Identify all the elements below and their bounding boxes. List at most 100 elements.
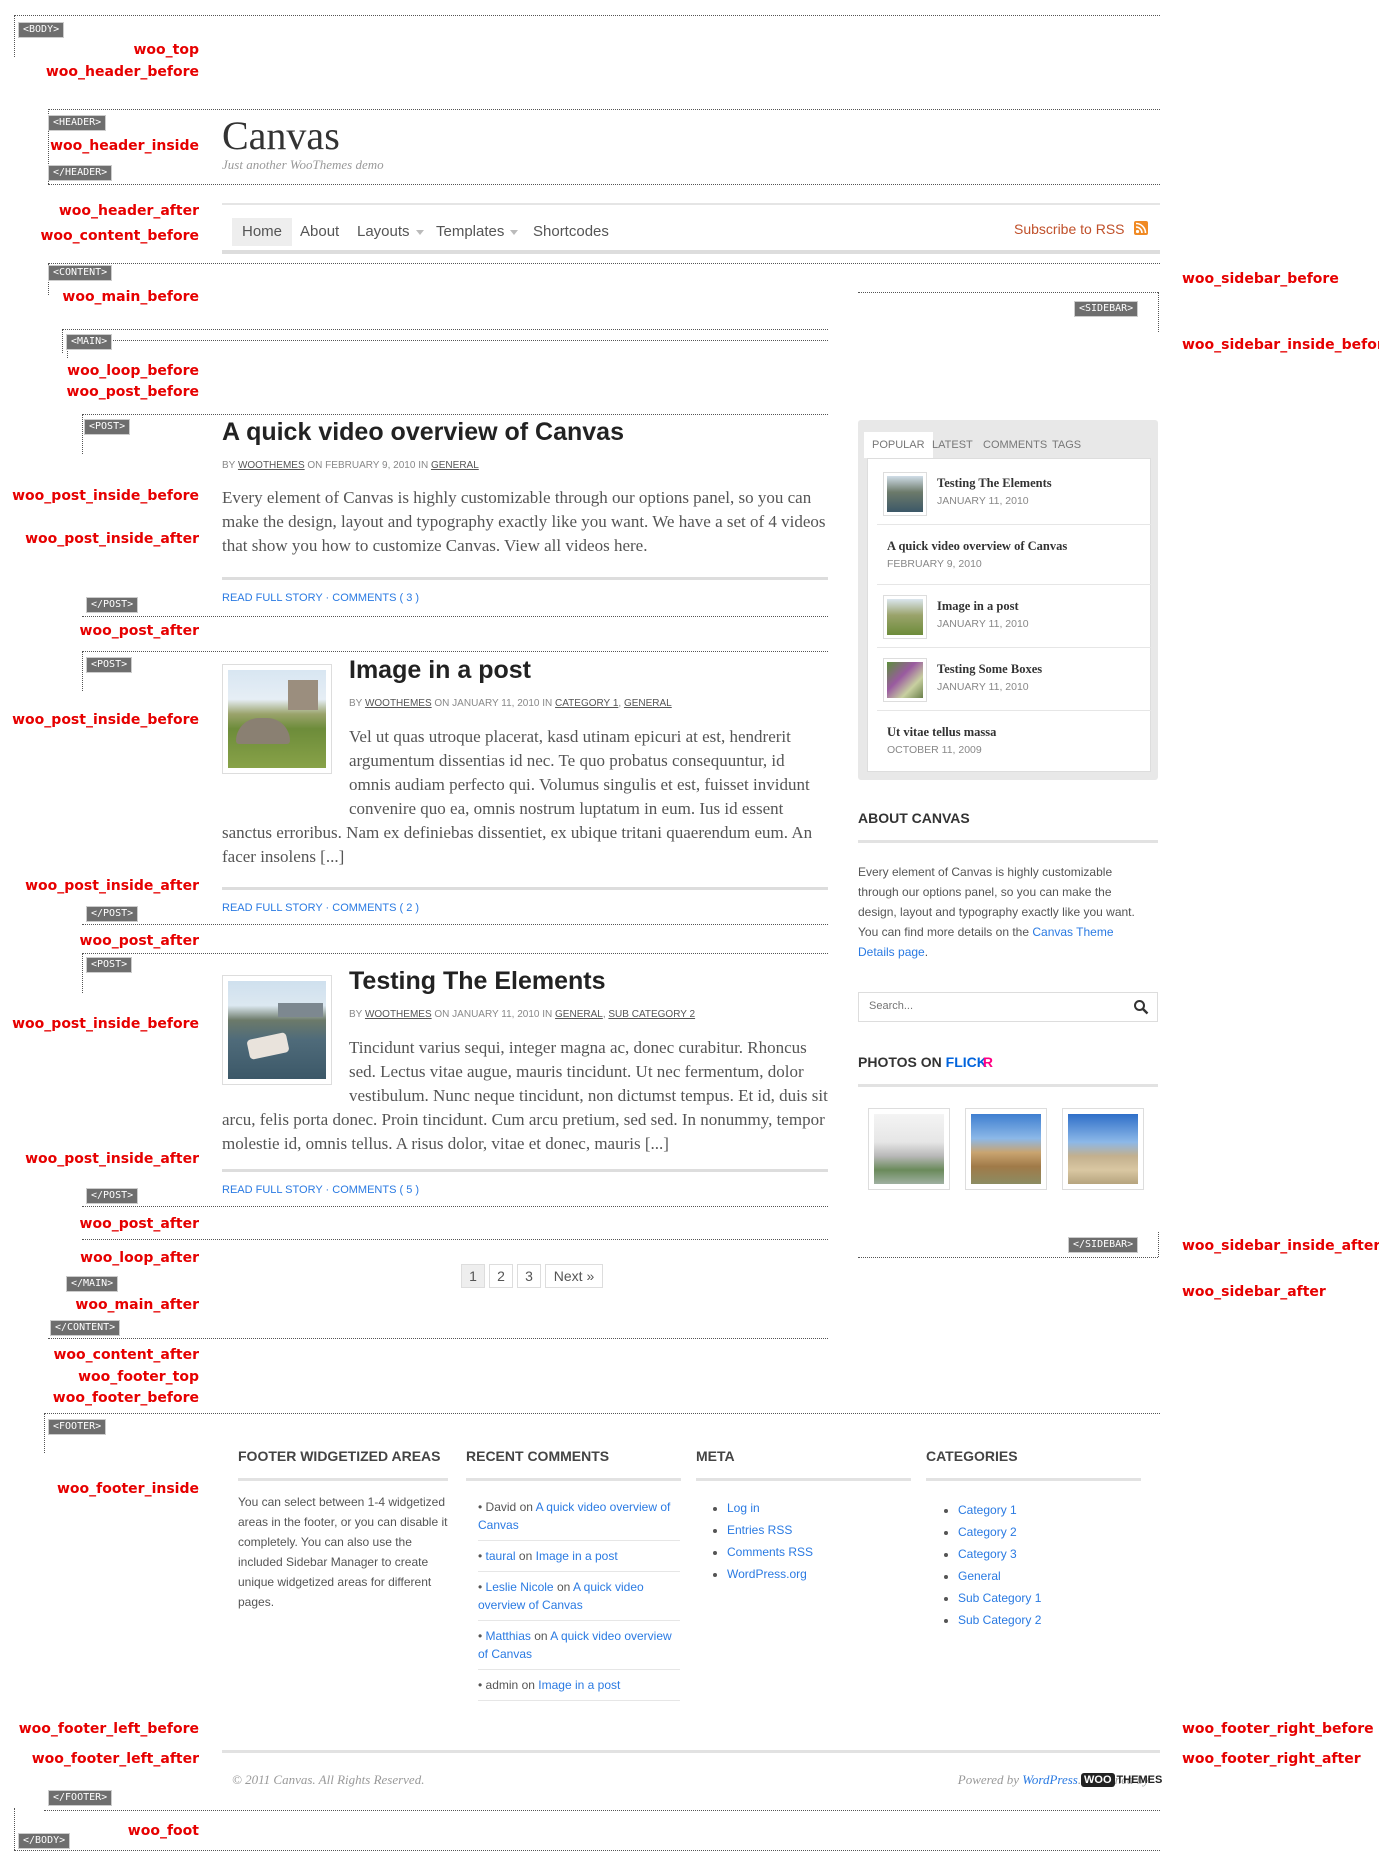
category-link[interactable]: Category 1 <box>958 1503 1017 1517</box>
post-meta: by WOOTHEMES on JANUARY 11, 2010 in CATE… <box>349 698 672 709</box>
comments-link[interactable]: COMMENTS ( 5 ) <box>332 1184 419 1196</box>
page-2-button[interactable]: 2 <box>489 1264 513 1288</box>
post-category-link[interactable]: CATEGORY 1 <box>555 698 618 709</box>
tab-tags[interactable]: TAGS <box>1044 432 1089 458</box>
comment-post-link[interactable]: Image in a post <box>536 1549 618 1563</box>
page-3-button[interactable]: 3 <box>517 1264 541 1288</box>
sidebar-close-tag: </SIDEBAR> <box>1068 1237 1139 1253</box>
log-in-link[interactable]: Log in <box>727 1501 760 1515</box>
post-links: READ FULL STORY · COMMENTS ( 3 ) <box>222 592 420 604</box>
post-title[interactable]: A quick video overview of Canvas <box>222 418 624 447</box>
post-links: READ FULL STORY · COMMENTS ( 5 ) <box>222 1184 420 1196</box>
popular-item[interactable]: A quick video overview of Canvas FEBRUAR… <box>877 525 1151 585</box>
flickr-photo[interactable] <box>868 1108 950 1190</box>
comment-author-link[interactable]: Leslie Nicole <box>486 1580 554 1594</box>
post-close-tag: </POST> <box>86 906 139 922</box>
popular-title[interactable]: Ut vitae tellus massa <box>887 725 996 740</box>
post-category-link[interactable]: SUB CATEGORY 2 <box>608 1009 695 1020</box>
wordpress-org-link[interactable]: WordPress.org <box>727 1567 807 1581</box>
tab-latest[interactable]: LATEST <box>924 432 981 458</box>
footer-guide-left <box>44 1413 45 1453</box>
category-link[interactable]: Category 3 <box>958 1547 1017 1561</box>
chevron-down-icon <box>415 229 424 235</box>
popular-item[interactable]: Testing Some Boxes JANUARY 11, 2010 <box>877 648 1151 711</box>
meta-by: by <box>349 698 363 709</box>
nav-layouts[interactable]: Layouts <box>347 218 434 246</box>
flickr-photo[interactable] <box>1062 1108 1144 1190</box>
post-author-link[interactable]: WOOTHEMES <box>365 1009 432 1020</box>
footer-close-tag: </FOOTER> <box>48 1790 113 1806</box>
comment-author-link[interactable]: Matthias <box>486 1629 531 1643</box>
sidebar-guide-bottom-right <box>1158 1232 1159 1257</box>
comment-author-link[interactable]: taural <box>486 1549 516 1563</box>
nav-bottom-rule <box>222 250 1160 254</box>
flickr-photo[interactable] <box>965 1108 1047 1190</box>
nav-about[interactable]: About <box>290 218 349 246</box>
popular-item[interactable]: Image in a post JANUARY 11, 2010 <box>877 585 1151 648</box>
hook-woo-foot: woo_foot <box>127 1823 199 1839</box>
category-link[interactable]: General <box>958 1569 1001 1583</box>
popular-title[interactable]: Testing The Elements <box>937 476 1052 491</box>
post-meta: by WOOTHEMES on JANUARY 11, 2010 in GENE… <box>349 1009 696 1020</box>
woothemes-logo[interactable]: WOO THEMES <box>1081 1771 1162 1789</box>
read-full-story-link[interactable]: READ FULL STORY <box>222 902 322 914</box>
post-open-tag: <POST> <box>86 657 133 673</box>
about-end: . <box>924 945 929 959</box>
post-category-link[interactable]: GENERAL <box>431 460 479 471</box>
comments-link[interactable]: COMMENTS ( 2 ) <box>332 902 419 914</box>
comments-link[interactable]: COMMENTS ( 3 ) <box>332 592 419 604</box>
category-link[interactable]: Sub Category 2 <box>958 1613 1041 1627</box>
wordpress-link[interactable]: WordPress <box>1022 1772 1078 1787</box>
site-title[interactable]: Canvas <box>222 112 340 159</box>
popular-title[interactable]: A quick video overview of Canvas <box>887 539 1067 554</box>
popular-item[interactable]: Testing The Elements JANUARY 11, 2010 <box>877 462 1151 525</box>
next-page-button[interactable]: Next » <box>545 1264 603 1288</box>
sidebar-guide-right <box>1158 292 1159 332</box>
main-close-tag: </MAIN> <box>66 1276 119 1292</box>
search-box[interactable] <box>858 992 1158 1022</box>
post-title[interactable]: Image in a post <box>349 656 531 685</box>
post3-guide-bottom <box>82 1206 828 1207</box>
hook-woo-top: woo_top <box>133 42 199 58</box>
hook-woo-sidebar-inside-before: woo_sidebar_inside_before <box>1182 337 1379 353</box>
category-link[interactable]: Sub Category 1 <box>958 1591 1041 1605</box>
post-author-link[interactable]: WOOTHEMES <box>365 698 432 709</box>
popular-title[interactable]: Testing Some Boxes <box>937 662 1042 677</box>
nav-shortcodes[interactable]: Shortcodes <box>523 218 619 246</box>
page-1-button[interactable]: 1 <box>461 1264 485 1288</box>
category-link[interactable]: Category 2 <box>958 1525 1017 1539</box>
comment-on: on <box>518 1549 533 1563</box>
comment-post-link[interactable]: Image in a post <box>538 1678 620 1692</box>
hook-woo-post-inside-after: woo_post_inside_after <box>25 531 199 547</box>
post-excerpt: Tincidunt varius sequi, integer magna ac… <box>222 1036 828 1156</box>
search-input[interactable] <box>867 999 1111 1013</box>
comment-on: on <box>556 1580 571 1594</box>
meta-date: on FEBRUARY 9, 2010 in <box>307 460 429 471</box>
recent-comments-title: RECENT COMMENTS <box>466 1448 610 1464</box>
post-category-link[interactable]: GENERAL <box>555 1009 603 1020</box>
nav-templates[interactable]: Templates <box>426 218 528 246</box>
footer-guide-bottom <box>44 1810 1160 1811</box>
popular-title[interactable]: Image in a post <box>937 599 1029 614</box>
post-author-link[interactable]: WOOTHEMES <box>238 460 305 471</box>
read-full-story-link[interactable]: READ FULL STORY <box>222 592 322 604</box>
main-open-tag: <MAIN> <box>66 334 113 350</box>
subscribe-rss-link[interactable]: Subscribe to RSS <box>1014 219 1125 239</box>
recent-comments-rule <box>466 1478 681 1481</box>
comments-rss-link[interactable]: Comments RSS <box>727 1545 813 1559</box>
search-icon[interactable] <box>1133 999 1149 1015</box>
categories-rule <box>926 1478 1141 1481</box>
footer-bottom-rule <box>222 1750 1160 1753</box>
tab-popular[interactable]: POPULAR <box>864 432 933 458</box>
hook-woo-footer-left-after: woo_footer_left_after <box>31 1751 199 1767</box>
post-category-link[interactable]: GENERAL <box>624 698 672 709</box>
meta-by: by <box>349 1009 363 1020</box>
read-full-story-link[interactable]: READ FULL STORY <box>222 1184 322 1196</box>
post-rule <box>222 1169 828 1172</box>
post-title[interactable]: Testing The Elements <box>349 967 606 996</box>
popular-item[interactable]: Ut vitae tellus massa OCTOBER 11, 2009 <box>877 711 1151 769</box>
thumb-float-spacer <box>222 1036 349 1108</box>
entries-rss-link[interactable]: Entries RSS <box>727 1523 792 1537</box>
nav-home[interactable]: Home <box>232 218 293 246</box>
rss-icon[interactable] <box>1134 221 1148 235</box>
